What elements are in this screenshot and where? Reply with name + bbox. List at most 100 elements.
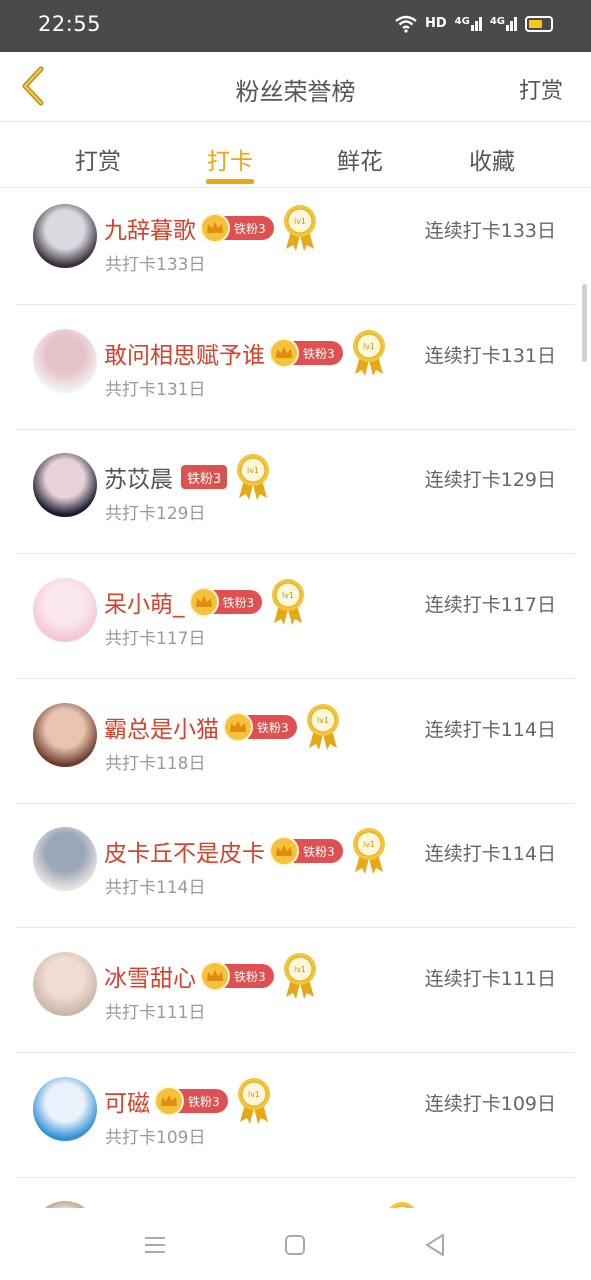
system-nav-bar	[0, 1208, 591, 1280]
tab-reward[interactable]: 打赏	[58, 142, 138, 176]
streak-checkin-text: 连续打卡129日	[424, 469, 556, 491]
scrollbar[interactable]	[582, 284, 587, 362]
ranking-list[interactable]: 九辞暮歌 铁粉3 lv1 共打卡133日 连续打卡133日 敢问相思赋予谁 铁粉3 lv1 共打…	[0, 188, 591, 1208]
fan-level-label: 铁粉3	[303, 346, 335, 361]
crown-icon	[154, 1086, 184, 1116]
status-icons: HD 4G 4G	[395, 14, 553, 34]
name-line: 敢问相思赋予谁 铁粉3 lv1	[104, 330, 387, 376]
user-name[interactable]: 皮卡丘不是皮卡	[104, 834, 265, 868]
total-checkin-text: 共打卡133日	[105, 255, 206, 275]
streak-checkin-text: 连续打卡114日	[424, 843, 556, 865]
medal-icon: lv1	[237, 1078, 270, 1124]
header: 粉丝荣誉榜 打赏	[0, 52, 591, 122]
svg-text:lv1: lv1	[363, 342, 375, 351]
reward-action-button[interactable]: 打赏	[519, 73, 563, 105]
total-checkin-text: 共打卡131日	[105, 380, 206, 400]
wifi-icon	[395, 15, 417, 33]
fan-level-label: 铁粉3	[188, 1094, 220, 1109]
total-checkin-text: 共打卡118日	[105, 754, 206, 774]
signal-2-label: 4G	[489, 16, 505, 27]
list-item[interactable]: 敢问相思赋予谁 铁粉3 lv1 共打卡131日 连续打卡131日	[0, 305, 591, 430]
home-square-icon	[285, 1235, 305, 1255]
svg-text:lv1: lv1	[247, 466, 259, 475]
name-line: 苏苡晨 铁粉3 lv1	[104, 454, 271, 500]
crown-icon	[200, 213, 230, 243]
status-bar: 22:55 HD 4G 4G	[0, 0, 591, 52]
user-name[interactable]: 苏苡晨	[104, 460, 173, 494]
user-name[interactable]: 可磁	[104, 1084, 150, 1118]
svg-text:lv1: lv1	[294, 217, 306, 226]
fan-level-badge: 铁粉3	[188, 587, 263, 617]
user-name[interactable]: 霸总是小猫	[104, 710, 219, 744]
name-line: 冰雪甜心 铁粉3 lv1	[104, 953, 318, 999]
streak-checkin-text: 连续打卡133日	[424, 220, 556, 242]
hd-label: HD	[424, 16, 447, 31]
status-time: 22:55	[38, 12, 102, 36]
battery-icon	[525, 16, 553, 32]
streak-checkin-text: 连续打卡109日	[424, 1093, 556, 1115]
svg-text:lv1: lv1	[294, 965, 306, 974]
svg-text:lv1: lv1	[282, 591, 294, 600]
fan-level-badge: 铁粉3	[181, 465, 228, 489]
user-name[interactable]: 呆小萌_	[104, 585, 185, 619]
list-item[interactable]: 可磁 铁粉3 lv1 共打卡109日 连续打卡109日	[0, 1053, 591, 1178]
total-checkin-text: 共打卡129日	[105, 504, 206, 524]
avatar[interactable]	[33, 1201, 97, 1208]
streak-checkin-text: 连续打卡117日	[424, 594, 556, 616]
crown-icon	[188, 587, 219, 617]
list-item[interactable]: 皮卡丘不是皮卡 铁粉3 lv1 共打卡114日 连续打卡114日	[0, 803, 591, 928]
streak-checkin-text: 连续打卡111日	[424, 968, 556, 990]
avatar[interactable]	[33, 204, 97, 268]
avatar[interactable]	[33, 329, 97, 393]
total-checkin-text: 共打卡114日	[105, 878, 206, 898]
tab-checkin[interactable]: 打卡	[190, 142, 270, 176]
medal-icon: lv1	[237, 454, 270, 500]
svg-text:lv1: lv1	[363, 840, 375, 849]
fan-level-badge: 铁粉3	[154, 1086, 228, 1116]
name-line: 可磁 铁粉3 lv1	[104, 1078, 272, 1124]
menu-button[interactable]	[140, 1230, 170, 1260]
menu-icon	[145, 1237, 165, 1253]
user-name[interactable]: 敢问相思赋予谁	[104, 336, 265, 370]
list-item[interactable]: 霸总是小猫 铁粉3 lv1 共打卡118日 连续打卡114日	[0, 679, 591, 804]
fan-level-label: 铁粉3	[234, 969, 266, 984]
page-title: 粉丝荣誉榜	[235, 78, 356, 106]
crown-icon	[223, 712, 253, 742]
avatar[interactable]	[33, 578, 97, 642]
list-item[interactable]: 苏苡晨 铁粉3 lv1 共打卡129日 连续打卡129日	[0, 429, 591, 554]
fan-level-badge: 铁粉3	[223, 712, 297, 742]
back-nav-button[interactable]	[420, 1230, 450, 1260]
name-line: 九辞暮歌 铁粉3 lv1	[104, 205, 318, 251]
crown-icon	[269, 338, 299, 368]
fan-level-badge: 铁粉3	[200, 961, 274, 991]
home-button[interactable]	[280, 1230, 310, 1260]
name-line: 皮卡丘不是皮卡 铁粉3 lv1	[104, 828, 387, 874]
crown-icon	[269, 836, 299, 866]
total-checkin-text: 共打卡109日	[105, 1128, 206, 1148]
medal-icon: lv1	[272, 579, 305, 625]
user-name[interactable]: 九辞暮歌	[104, 211, 196, 245]
tab-favorites[interactable]: 收藏	[452, 142, 532, 176]
fan-level-badge: 铁粉3	[269, 338, 343, 368]
user-name[interactable]: 冰雪甜心	[104, 959, 196, 993]
streak-checkin-text: 连续打卡114日	[424, 719, 556, 741]
svg-text:lv1: lv1	[317, 716, 329, 725]
avatar[interactable]	[33, 1077, 97, 1141]
list-item[interactable]: 呆小萌_ 铁粉3 lv1 共打卡117日 连续打卡117日	[0, 554, 591, 679]
avatar[interactable]	[33, 827, 97, 891]
list-item[interactable]: 九辞暮歌 铁粉3 lv1 共打卡133日 连续打卡133日	[0, 188, 591, 305]
medal-icon: lv1	[389, 1202, 415, 1208]
tab-active-indicator	[206, 179, 254, 184]
signal-icon-1: 4G	[455, 17, 482, 31]
medal-icon: lv1	[352, 828, 385, 874]
fan-level-label: 铁粉3	[222, 595, 255, 610]
list-item[interactable]: 冰雪甜心 铁粉3 lv1 共打卡111日 连续打卡111日	[0, 928, 591, 1053]
crown-icon	[200, 961, 230, 991]
back-triangle-icon	[426, 1234, 444, 1256]
total-checkin-text: 共打卡111日	[105, 1003, 206, 1023]
tab-flowers[interactable]: 鲜花	[320, 142, 400, 176]
avatar[interactable]	[33, 952, 97, 1016]
avatar[interactable]	[33, 703, 97, 767]
avatar[interactable]	[33, 453, 97, 517]
list-item[interactable]: 风汐(๑ÒωÓ๑)雪月铁粉3lv1	[0, 1177, 591, 1208]
